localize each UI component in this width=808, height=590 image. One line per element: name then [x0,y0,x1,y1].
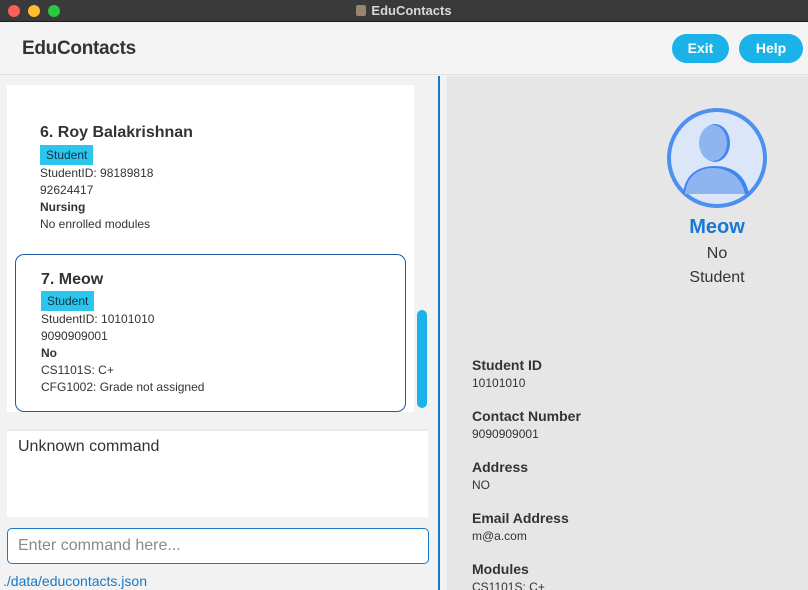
app-brand: EduContacts [22,38,136,59]
help-button[interactable]: Help [739,34,803,63]
detail-modules-label: Modules [472,561,529,577]
contact-module: No enrolled modules [40,217,151,231]
command-input[interactable] [7,528,429,564]
person-avatar-icon [667,108,767,208]
detail-modules-value: CS1101S: C+ [472,580,545,590]
detail-student-id-label: Student ID [472,357,542,373]
detail-contact-number-value: 9090909001 [472,427,539,441]
contact-name: 7. Meow [41,271,104,288]
detail-student-id-value: 10101010 [472,376,526,390]
detail-contact-number-label: Contact Number [472,408,581,424]
list-scrollbar[interactable] [417,310,427,408]
result-display: Unknown command [7,429,428,517]
exit-button[interactable]: Exit [672,34,729,63]
window-title-bar: EduContacts [0,0,808,22]
role-badge: Student [40,145,94,165]
app-icon [356,5,367,16]
contact-student-id: StudentID: 98189818 [40,166,154,180]
pane-divider[interactable] [438,76,440,590]
detail-email-label: Email Address [472,510,569,526]
contact-phone: 92624417 [40,183,94,197]
result-message: Unknown command [18,438,160,455]
detail-name: Meow [689,216,745,238]
contact-student-id: StudentID: 10101010 [41,312,155,326]
contact-name: 6. Roy Balakrishnan [40,124,193,141]
contact-module: CS1101S: C+ [41,363,114,377]
app-header: EduContacts Exit Help [0,23,808,75]
detail-address-label: Address [472,459,529,475]
contact-course: Nursing [40,200,86,214]
contact-module: CFG1002: Grade not assigned [41,380,205,394]
left-pane: 6. Roy Balakrishnan Student StudentID: 9… [0,76,439,590]
contact-detail-panel: Meow No Student Student ID 10101010 Cont… [447,76,808,590]
window-title: EduContacts [0,3,808,18]
role-badge: Student [41,291,95,311]
detail-email-value: m@a.com [472,529,527,543]
detail-course: No [706,245,728,262]
contact-course: No [41,346,57,360]
detail-role: Student [689,269,745,286]
status-bar-file-path: ./data/educontacts.json [3,573,147,589]
contact-card-selected[interactable]: 7. Meow Student StudentID: 10101010 9090… [15,254,406,412]
contact-list[interactable]: 6. Roy Balakrishnan Student StudentID: 9… [7,85,414,412]
contact-card[interactable]: 6. Roy Balakrishnan Student StudentID: 9… [7,85,407,245]
contact-phone: 9090909001 [41,329,108,343]
detail-address-value: NO [472,478,490,492]
